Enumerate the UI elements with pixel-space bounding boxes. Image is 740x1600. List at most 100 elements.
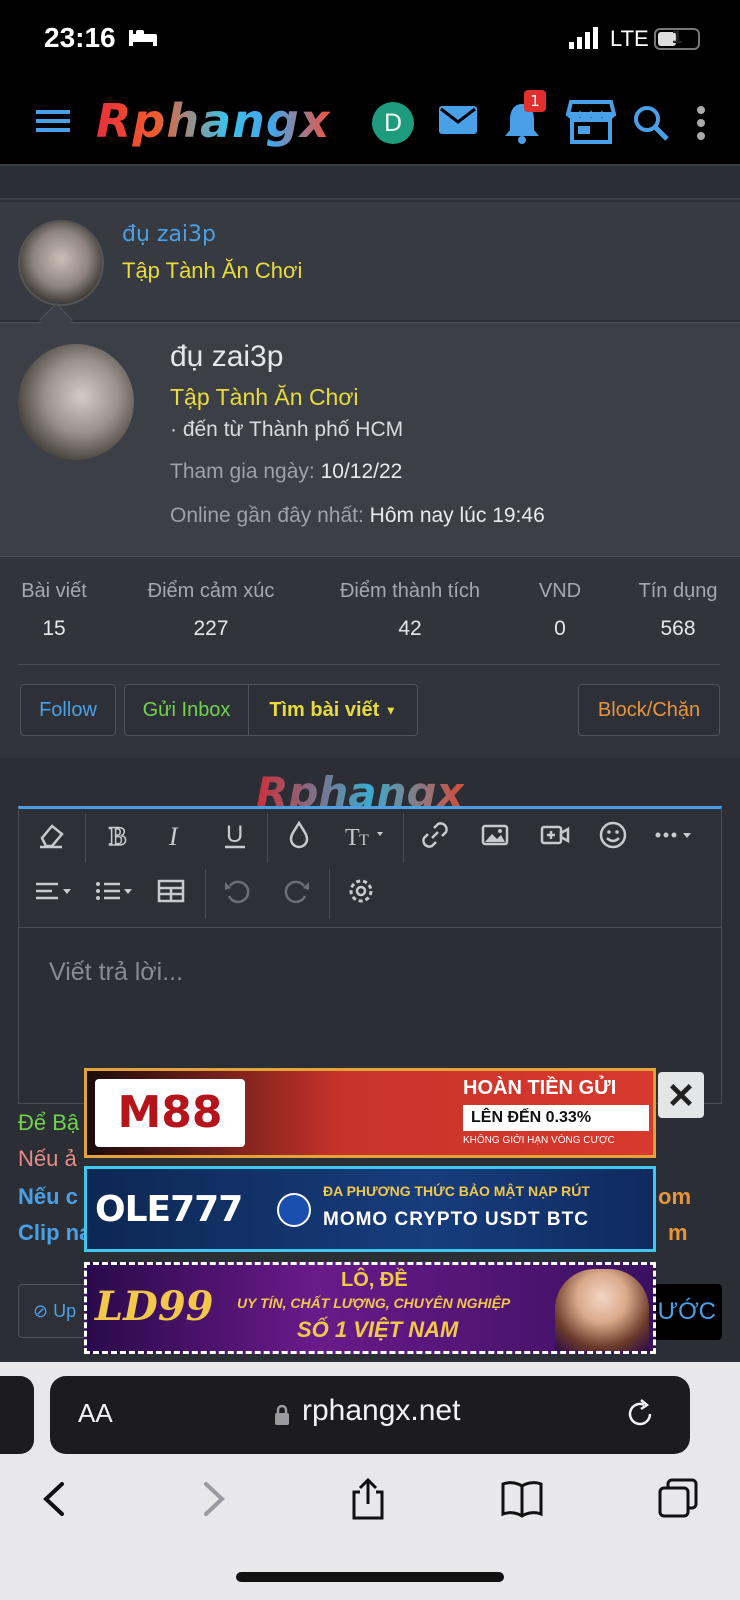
url-text: rphangx.net: [302, 1394, 461, 1427]
notice-line-4-end: m: [668, 1220, 688, 1245]
page-strip: [0, 168, 740, 200]
notice-line-1: Để Bậ: [18, 1110, 80, 1135]
mail-icon[interactable]: [438, 104, 478, 136]
reader-settings-button[interactable]: AA: [78, 1398, 113, 1429]
undo-icon[interactable]: [215, 869, 259, 913]
notice-line-3: Nếu c: [18, 1184, 78, 1209]
user-avatar[interactable]: D: [372, 102, 414, 144]
ad-banner-ole777[interactable]: OLE777 ĐA PHƯƠNG THỨC BẢO MẬT NẠP RÚT MO…: [84, 1166, 656, 1252]
settings-icon[interactable]: [339, 869, 383, 913]
toolbar-separator: [205, 869, 206, 919]
ad-ole777-logo: OLE777: [95, 1189, 243, 1230]
sleep-mode-icon: [129, 30, 157, 46]
signal-icon: [569, 27, 598, 49]
stat-credit: Tín dụng 568: [638, 580, 718, 640]
close-ad-button[interactable]: [658, 1072, 704, 1118]
svg-text:I: I: [168, 822, 179, 850]
ad-m88-headline: HOÀN TIỀN GỬI: [463, 1077, 617, 1099]
top-navbar: Rphangx D 1: [0, 80, 740, 166]
emoji-icon[interactable]: [591, 813, 635, 857]
member-join-date: Tham gia ngày: 10/12/22: [170, 460, 403, 483]
editor-toolbar-row-1: B I U TT: [19, 809, 723, 865]
toolbar-separator: [403, 813, 404, 863]
author-avatar-small[interactable]: [18, 220, 104, 306]
ad-ole777-crest: [277, 1193, 311, 1227]
svg-text:T: T: [359, 832, 369, 849]
ad-m88-logo: M88: [95, 1079, 245, 1147]
status-time: 23:16: [44, 22, 116, 53]
find-posts-button[interactable]: Tìm bài viết ▼: [249, 685, 417, 735]
share-icon[interactable]: [346, 1476, 390, 1522]
ad-ld99-sub: UY TÍN, CHẤT LƯỢNG, CHUYÊN NGHIỆP: [237, 1295, 511, 1311]
member-last-seen: Online gần đây nhất: Hôm nay lúc 19:46: [170, 504, 545, 527]
home-indicator: [236, 1572, 504, 1582]
toolbar-separator: [85, 813, 86, 863]
back-icon[interactable]: [34, 1476, 78, 1522]
reply-placeholder: Viết trả lời...: [49, 958, 184, 986]
image-icon[interactable]: [473, 813, 517, 857]
forward-icon[interactable]: [190, 1476, 234, 1522]
reload-icon[interactable]: [624, 1398, 656, 1430]
clear-format-icon[interactable]: [29, 813, 73, 857]
post-author-card: [0, 202, 740, 320]
lock-icon: [275, 1404, 289, 1425]
ad-ld99-logo: LD99: [95, 1283, 214, 1330]
table-icon[interactable]: [149, 869, 193, 913]
editor-toolbar-row-2: [19, 865, 723, 921]
stats-divider: [18, 664, 720, 665]
ad-ole777-headline: ĐA PHƯƠNG THỨC BẢO MẬT NẠP RÚT: [323, 1183, 590, 1199]
stat-posts: Bài viết 15: [21, 580, 87, 640]
store-icon[interactable]: [566, 98, 616, 146]
font-size-icon[interactable]: TT: [337, 813, 393, 857]
ad-m88-sub: LÊN ĐẾN 0.33%: [463, 1105, 649, 1131]
network-label: LTE: [610, 26, 649, 51]
align-icon[interactable]: [29, 869, 79, 913]
tabs-icon[interactable]: [656, 1476, 700, 1522]
site-logo[interactable]: Rphangx: [96, 94, 330, 148]
ad-ld99-headline: LÔ, ĐỀ: [341, 1269, 408, 1291]
italic-icon[interactable]: I: [153, 813, 197, 857]
ad-banner-m88[interactable]: M88 HOÀN TIỀN GỬI LÊN ĐẾN 0.33% KHÔNG GI…: [84, 1068, 656, 1158]
notice-line-4: Clip na: [18, 1220, 92, 1245]
notice-line-3-end: om: [658, 1184, 691, 1209]
redo-icon[interactable]: [275, 869, 319, 913]
author-name[interactable]: đụ zai3p: [122, 222, 216, 247]
notice-line-2: Nếu ả: [18, 1146, 77, 1171]
ad-ld99-model-image: [555, 1269, 649, 1351]
ad-banner-ld99[interactable]: LD99 LÔ, ĐỀ UY TÍN, CHẤT LƯỢNG, CHUYÊN N…: [84, 1262, 656, 1354]
paperclip-icon: ⊘: [33, 1301, 49, 1321]
ad-m88-note: KHÔNG GIỚI HẠN VÒNG CƯỢC: [463, 1135, 615, 1146]
member-location: · đến từ Thành phố HCM: [170, 418, 404, 441]
address-bar[interactable]: AA rphangx.net: [50, 1376, 690, 1454]
battery-level: 1: [671, 28, 683, 48]
member-title: Tập Tành Ăn Chơi: [170, 384, 359, 410]
previous-tab-peek[interactable]: [0, 1376, 34, 1454]
search-icon[interactable]: [632, 104, 670, 142]
close-icon: [670, 1084, 692, 1106]
svg-text:B: B: [109, 822, 126, 850]
bookmarks-icon[interactable]: [500, 1476, 544, 1522]
bold-icon[interactable]: B: [95, 813, 139, 857]
video-icon[interactable]: [533, 813, 577, 857]
send-inbox-button[interactable]: Gửi Inbox: [125, 685, 249, 735]
stat-vnd: VND 0: [538, 580, 582, 640]
list-icon[interactable]: [89, 869, 139, 913]
status-bar: 23:16 LTE 1: [0, 0, 740, 80]
svg-text:U: U: [226, 821, 243, 848]
link-icon[interactable]: [413, 813, 457, 857]
menu-icon[interactable]: [36, 106, 70, 136]
member-name[interactable]: đụ zai3p: [170, 340, 283, 374]
text-color-icon[interactable]: [277, 813, 321, 857]
stat-reactions: Điểm cảm xúc 227: [147, 580, 275, 640]
follow-button[interactable]: Follow: [20, 684, 116, 736]
more-options-icon[interactable]: [647, 813, 703, 857]
member-action-group: Gửi Inbox Tìm bài viết ▼: [124, 684, 418, 736]
underline-icon[interactable]: U: [213, 813, 257, 857]
member-avatar[interactable]: [18, 344, 134, 460]
toolbar-separator: [267, 813, 268, 863]
author-title: Tập Tành Ăn Chơi: [122, 258, 303, 283]
stat-achievements: Điểm thành tích 42: [339, 580, 481, 640]
reply-editor: B I U TT Viết trả lời...: [18, 806, 722, 1104]
more-vertical-icon[interactable]: [694, 104, 708, 142]
block-button[interactable]: Block/Chặn: [578, 684, 720, 736]
